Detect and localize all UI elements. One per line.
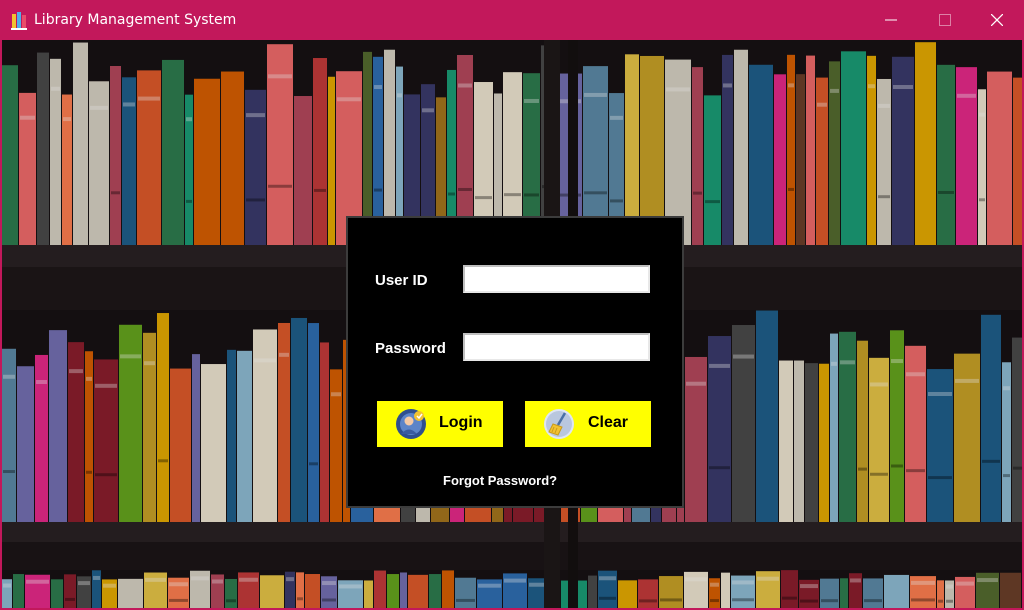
title-bar[interactable]: Library Management System xyxy=(0,0,1024,40)
minimize-icon xyxy=(885,19,897,21)
maximize-icon xyxy=(939,14,951,26)
books-app-icon xyxy=(11,12,27,30)
password-label: Password xyxy=(375,340,446,357)
close-button[interactable] xyxy=(974,0,1020,40)
login-panel: User ID Password Login Clear Forgot Pass… xyxy=(346,216,684,508)
window-title: Library Management System xyxy=(34,12,237,28)
login-user-icon xyxy=(396,409,426,439)
app-window: Library Management System User ID Passwo… xyxy=(0,0,1024,610)
clear-button[interactable]: Clear xyxy=(525,401,651,447)
login-button-label: Login xyxy=(439,414,483,431)
minimize-button[interactable] xyxy=(868,0,914,40)
login-button[interactable]: Login xyxy=(377,401,503,447)
clear-button-label: Clear xyxy=(588,414,629,431)
forgot-password-link[interactable]: Forgot Password? xyxy=(443,473,557,488)
userid-label: User ID xyxy=(375,272,428,289)
content-area: User ID Password Login Clear Forgot Pass… xyxy=(2,40,1022,608)
close-icon xyxy=(991,14,1003,26)
maximize-button[interactable] xyxy=(922,0,968,40)
userid-field[interactable] xyxy=(463,265,650,293)
password-field[interactable] xyxy=(463,333,650,361)
clear-broom-icon xyxy=(544,409,574,439)
